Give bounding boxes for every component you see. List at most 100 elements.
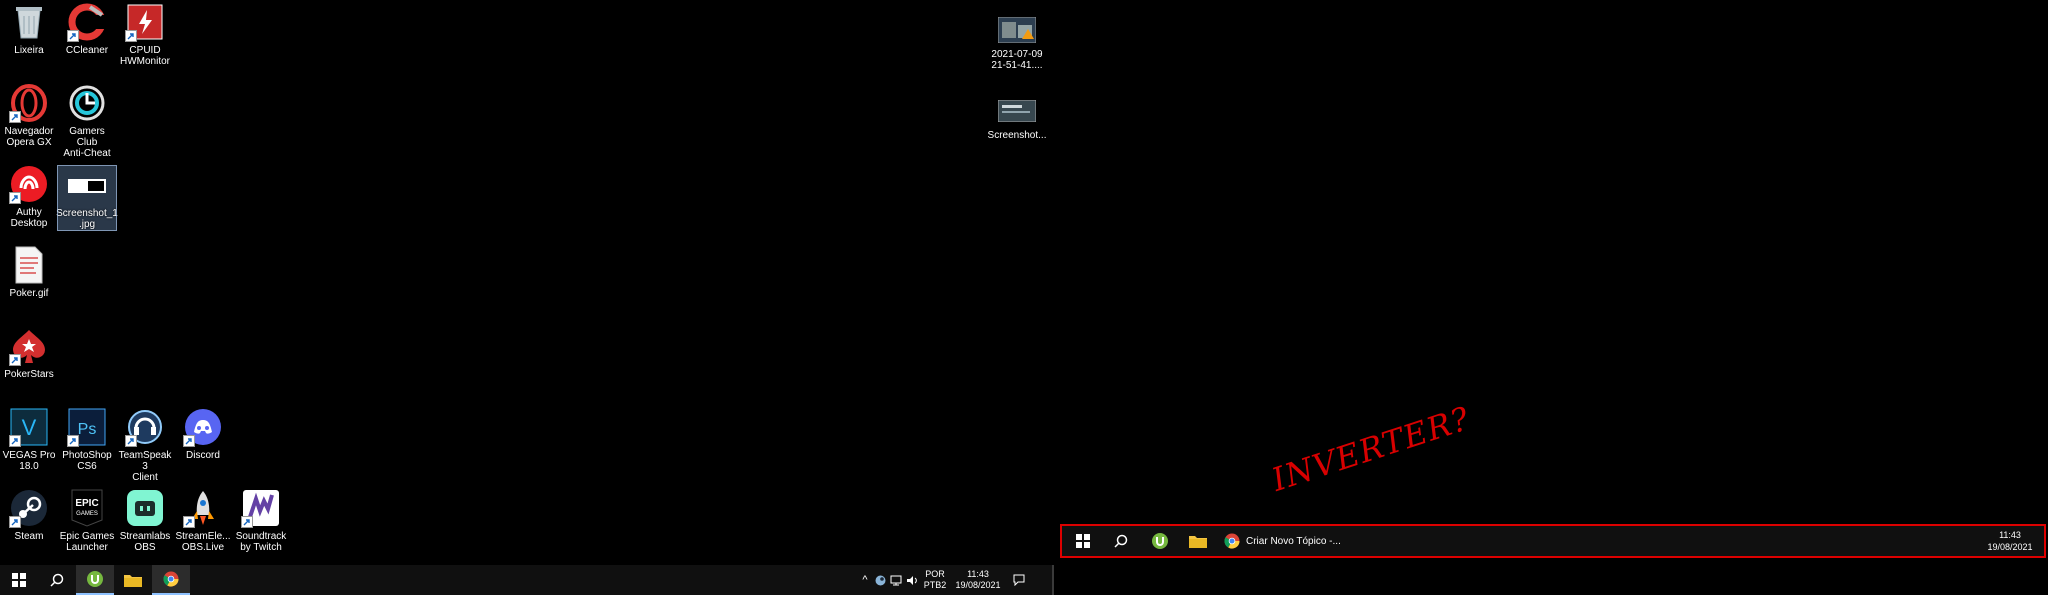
desktop-icon-discord[interactable]: Discord <box>174 407 232 461</box>
recycle-bin-icon <box>9 2 49 42</box>
proposal-file-explorer-button[interactable] <box>1180 526 1216 556</box>
epic-games-icon: EPIC GAMES <box>67 488 107 528</box>
icon-label: OBS.Live <box>181 542 225 553</box>
desktop-icon-screenshot-dated[interactable]: 2021-07-09 21-51-41.... <box>988 14 1046 71</box>
discord-icon <box>183 407 223 447</box>
desktop-icon-poker-gif[interactable]: Poker.gif <box>0 245 58 299</box>
gif-file-icon <box>9 245 49 285</box>
icon-label: Anti-Cheat <box>63 148 111 159</box>
clock-time: 11:43 <box>1999 530 2021 540</box>
proposal-search-button[interactable] <box>1104 526 1138 556</box>
icon-label: PhotoShop <box>62 450 112 461</box>
icon-label: Streamlabs <box>119 531 171 542</box>
desktop-icon-vegas-pro[interactable]: V VEGAS Pro 18.0 <box>0 407 58 472</box>
utorrent-icon <box>87 571 103 587</box>
icon-label: Soundtrack <box>235 531 287 542</box>
icon-label: HWMonitor <box>119 56 170 67</box>
svg-text:Ps: Ps <box>78 421 97 438</box>
proposal-chrome-button[interactable]: Criar Novo Tópico -... <box>1218 526 1346 556</box>
network-icon[interactable] <box>888 575 904 586</box>
icon-label: Poker.gif <box>9 288 49 299</box>
svg-text:V: V <box>22 415 37 440</box>
desktop-icon-hwmonitor[interactable]: CPUID HWMonitor <box>116 2 174 67</box>
icon-label: Authy <box>16 207 42 218</box>
proposed-taskbar: Criar Novo Tópico -... 11:43 19/08/2021 <box>1060 524 2046 558</box>
clock-date: 19/08/2021 <box>955 580 1001 590</box>
chrome-icon <box>1224 533 1240 549</box>
image-file-icon <box>67 166 107 205</box>
svg-text:GAMES: GAMES <box>76 511 98 517</box>
photoshop-icon: Ps <box>67 407 107 447</box>
ccleaner-icon <box>67 2 107 42</box>
icon-label: Screenshot_1 <box>56 208 118 219</box>
steam-icon <box>9 488 49 528</box>
authy-icon <box>9 164 49 204</box>
image-file-icon <box>997 95 1037 127</box>
desktop-icon-pokerstars[interactable]: PokerStars <box>0 326 58 380</box>
icon-label: Launcher <box>66 542 108 553</box>
icon-label: Opera GX <box>6 137 52 148</box>
icon-label: Gamers Club <box>69 126 105 148</box>
input-language[interactable]: POR PTB2 <box>920 569 950 591</box>
icon-label: PokerStars <box>4 369 54 380</box>
search-button[interactable] <box>38 565 76 595</box>
utorrent-icon <box>1152 533 1168 549</box>
icon-label: .jpg <box>78 219 96 230</box>
desktop-icon-epic-games[interactable]: EPIC GAMES Epic Games Launcher <box>58 488 116 553</box>
icon-label: TeamSpeak 3 <box>118 450 172 472</box>
handwritten-annotation: INVERTER? <box>1267 399 1475 499</box>
icon-label: CS6 <box>77 461 97 472</box>
desktop-icon-lixeira[interactable]: Lixeira <box>0 2 58 56</box>
icon-label: by Twitch <box>240 542 282 553</box>
desktop-icon-gamers-club[interactable]: Gamers Club Anti-Cheat <box>58 83 116 159</box>
icon-label: CCleaner <box>65 45 109 56</box>
desktop-icon-teamspeak[interactable]: TeamSpeak 3 Client <box>116 407 174 483</box>
desktop-icon-steam[interactable]: Steam <box>0 488 58 542</box>
secondary-screen-taskbar <box>1052 565 2048 595</box>
action-center-icon[interactable] <box>1006 574 1032 586</box>
proposal-utorrent-button[interactable] <box>1142 526 1178 556</box>
proposal-clock[interactable]: 11:43 19/08/2021 <box>1980 526 2040 556</box>
clock-date: 19/08/2021 <box>1987 542 2033 552</box>
search-icon <box>1114 534 1128 548</box>
chevron-up-icon[interactable]: ^ <box>858 574 872 586</box>
gamers-club-icon <box>67 83 107 123</box>
desktop-icon-photoshop[interactable]: Ps PhotoShop CS6 <box>58 407 116 472</box>
desktop-icon-ccleaner[interactable]: CCleaner <box>58 2 116 56</box>
icon-label: Desktop <box>10 218 48 229</box>
taskbar-utorrent[interactable] <box>76 565 114 595</box>
folder-icon <box>1189 536 1207 548</box>
desktop-icon-opera-gx[interactable]: Navegador Opera GX <box>0 83 58 148</box>
language-code: POR <box>925 569 945 579</box>
teamspeak-icon <box>125 407 165 447</box>
desktop-icon-soundtrack[interactable]: Soundtrack by Twitch <box>232 488 290 553</box>
desktop-icon-screenshot-1[interactable]: Screenshot_1 .jpg <box>56 165 118 231</box>
streamelements-icon <box>183 488 223 528</box>
desktop-icon-streamlabs[interactable]: Streamlabs OBS <box>116 488 174 553</box>
system-tray: ^ POR PTB2 11:43 19/08/2021 <box>858 565 1032 595</box>
image-file-icon <box>997 14 1037 46</box>
windows-icon <box>1076 534 1090 548</box>
proposal-start-button[interactable] <box>1066 526 1100 556</box>
icon-label: StreamEle... <box>175 531 231 542</box>
hwmonitor-icon <box>125 2 165 42</box>
clock[interactable]: 11:43 19/08/2021 <box>950 569 1006 591</box>
steam-tray-icon[interactable] <box>872 575 888 586</box>
taskbar-file-explorer[interactable] <box>114 565 152 595</box>
desktop-icon-screenshot-short[interactable]: Screenshot... <box>988 95 1046 141</box>
desktop-icon-authy[interactable]: Authy Desktop <box>0 164 58 229</box>
chrome-icon <box>163 571 179 587</box>
icon-label: 18.0 <box>19 461 39 472</box>
keyboard-layout: PTB2 <box>923 580 947 590</box>
icon-label: CPUID <box>129 45 161 56</box>
folder-icon <box>124 575 142 587</box>
icon-label: VEGAS Pro <box>2 450 56 461</box>
start-button[interactable] <box>0 565 38 595</box>
desktop-icon-streamelements[interactable]: StreamEle... OBS.Live <box>174 488 232 553</box>
icon-label: Navegador <box>4 126 54 137</box>
icon-label: 2021-07-09 <box>991 49 1043 60</box>
icon-label: Steam <box>14 531 44 542</box>
search-icon <box>50 573 64 587</box>
taskbar-chrome[interactable] <box>152 565 190 595</box>
volume-icon[interactable] <box>904 575 920 586</box>
